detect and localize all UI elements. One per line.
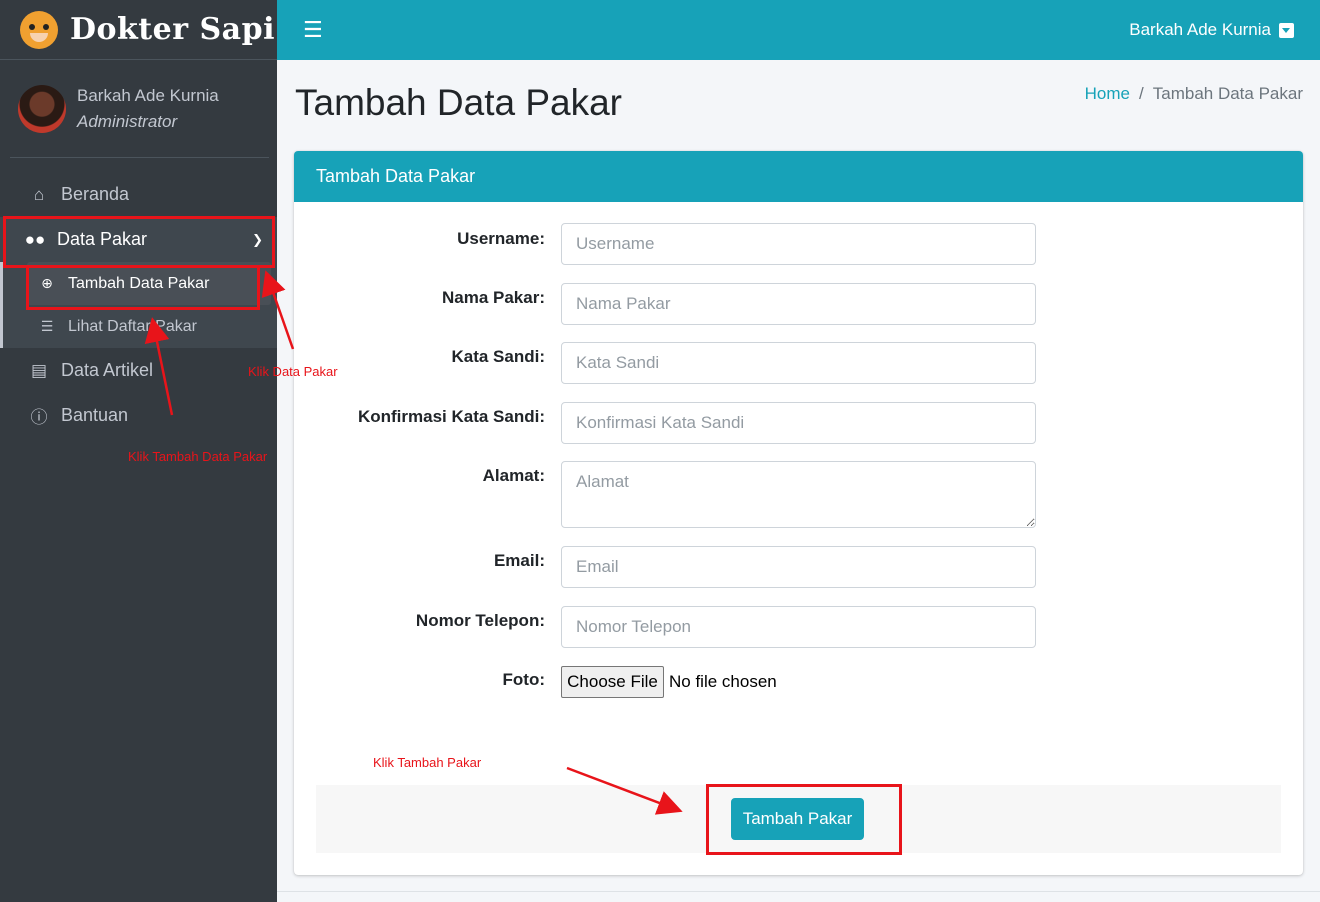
user-role: Administrator bbox=[77, 111, 178, 131]
plus-circle-icon: ⊕ bbox=[41, 275, 53, 291]
home-icon: ⌂ bbox=[33, 184, 45, 204]
sidebar-submenu: ⊕ Tambah Data Pakar ☰ Lihat Daftar Pakar bbox=[0, 262, 277, 348]
kata-sandi-input[interactable] bbox=[561, 342, 1036, 384]
tambah-pakar-button[interactable]: Tambah Pakar bbox=[731, 798, 864, 840]
user-panel: Barkah Ade Kurnia Administrator bbox=[10, 60, 269, 158]
email-input[interactable] bbox=[561, 546, 1036, 588]
sidebar-subitem-label: Lihat Daftar Pakar bbox=[68, 317, 197, 335]
main-content: Tambah Data Pakar Home / Tambah Data Pakar… bbox=[277, 60, 1320, 902]
nomor-telepon-label: Nomor Telepon: bbox=[415, 611, 545, 630]
list-icon: ☰ bbox=[40, 318, 54, 334]
sidebar-nav: ⌂ Beranda ●● Data Pakar ❯ ⊕ Tambah Data … bbox=[0, 172, 277, 438]
annotation-text-tambah-pakar: Klik Tambah Pakar bbox=[373, 755, 482, 770]
sidebar-item-label: Bantuan bbox=[61, 405, 129, 425]
newspaper-icon: ▤ bbox=[30, 360, 48, 380]
annotation-text-data-pakar: Klik Data Pakar bbox=[248, 364, 338, 379]
nama-pakar-label: Nama Pakar: bbox=[441, 288, 545, 307]
info-icon: ⓘ bbox=[30, 408, 48, 427]
sidebar-subitem-label: Tambah Data Pakar bbox=[68, 274, 210, 292]
topbar-user-name: Barkah Ade Kurnia bbox=[1129, 20, 1271, 39]
sidebar-item-label: Beranda bbox=[61, 184, 130, 204]
users-icon: ●● bbox=[24, 229, 46, 249]
sidebar-item-bantuan[interactable]: ⓘ Bantuan bbox=[0, 393, 277, 438]
choose-file-button[interactable]: Choose File bbox=[561, 666, 664, 698]
topbar: ☰ Barkah Ade Kurnia bbox=[277, 0, 1320, 60]
alamat-label: Alamat: bbox=[482, 466, 545, 485]
sidebar-item-data-artikel[interactable]: ▤ Data Artikel bbox=[0, 348, 277, 393]
page-title: Tambah Data Pakar bbox=[295, 82, 623, 123]
card-footer: Tambah Pakar bbox=[316, 785, 1281, 853]
sidebar-item-label: Data Artikel bbox=[61, 360, 154, 380]
user-dropdown[interactable]: Barkah Ade Kurnia bbox=[1129, 20, 1294, 40]
footer-divider bbox=[277, 891, 1320, 892]
card-header: Tambah Data Pakar bbox=[294, 151, 1303, 202]
avatar bbox=[18, 84, 66, 133]
breadcrumb-separator: / bbox=[1139, 84, 1144, 103]
foto-label: Foto: bbox=[502, 670, 545, 689]
menu-toggle-icon[interactable]: ☰ bbox=[303, 17, 323, 43]
alamat-textarea[interactable] bbox=[561, 461, 1036, 528]
user-name[interactable]: Barkah Ade Kurnia bbox=[77, 86, 219, 106]
konfirmasi-kata-sandi-input[interactable] bbox=[561, 402, 1036, 444]
nomor-telepon-input[interactable] bbox=[561, 606, 1036, 648]
username-label: Username: bbox=[457, 229, 545, 248]
username-input[interactable] bbox=[561, 223, 1036, 265]
breadcrumb: Home / Tambah Data Pakar bbox=[1085, 84, 1303, 104]
caret-down-icon bbox=[1279, 22, 1294, 38]
breadcrumb-current: Tambah Data Pakar bbox=[1152, 84, 1303, 103]
annotation-text-tambah-data-pakar: Klik Tambah Data Pakar bbox=[128, 449, 268, 464]
sidebar-item-data-pakar[interactable]: ●● Data Pakar ❯ bbox=[0, 217, 277, 262]
brand-link[interactable]: Dokter Sapi bbox=[0, 0, 277, 60]
sidebar-subitem-lihat-daftar-pakar[interactable]: ☰ Lihat Daftar Pakar bbox=[3, 305, 277, 348]
sidebar-subitem-tambah-data-pakar[interactable]: ⊕ Tambah Data Pakar bbox=[27, 262, 271, 305]
chevron-down-icon: ❯ bbox=[252, 231, 263, 247]
nama-pakar-input[interactable] bbox=[561, 283, 1036, 325]
konfirmasi-kata-sandi-label: Konfirmasi Kata Sandi: bbox=[357, 407, 545, 426]
brand-name: Dokter Sapi bbox=[70, 12, 275, 47]
breadcrumb-home-link[interactable]: Home bbox=[1085, 84, 1130, 103]
cow-logo-icon bbox=[20, 10, 58, 49]
kata-sandi-label: Kata Sandi: bbox=[451, 347, 545, 366]
sidebar-item-beranda[interactable]: ⌂ Beranda bbox=[0, 172, 277, 217]
sidebar-item-label: Data Pakar bbox=[57, 229, 148, 249]
file-status-text: No file chosen bbox=[669, 672, 777, 691]
email-label: Email: bbox=[493, 551, 545, 570]
